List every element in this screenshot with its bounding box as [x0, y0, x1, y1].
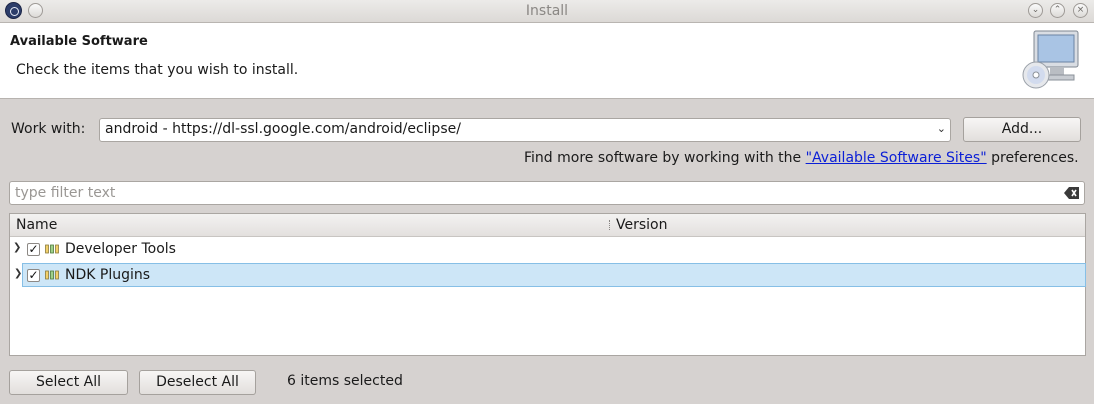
page-description: Check the items that you wish to install…	[16, 62, 299, 78]
column-name[interactable]: Name	[16, 217, 57, 233]
filter-placeholder: type filter text	[15, 185, 116, 201]
monitor-cd-icon	[1022, 30, 1079, 89]
maximize-icon[interactable]: ⌃	[1050, 3, 1065, 18]
close-icon[interactable]: ×	[1073, 3, 1088, 18]
deselect-all-button[interactable]: Deselect All	[139, 370, 256, 395]
page-title: Available Software	[10, 34, 148, 49]
expand-arrow-icon[interactable]: ❯	[14, 268, 22, 279]
select-all-button[interactable]: Select All	[9, 370, 128, 395]
column-separator[interactable]	[609, 220, 611, 230]
tree-header: Name Version	[10, 214, 1085, 237]
work-with-combo[interactable]: android - https://dl-ssl.google.com/andr…	[99, 118, 951, 142]
work-with-label: Work with:	[11, 121, 85, 137]
more-software-prefix: Find more software by working with the	[524, 150, 806, 166]
available-software-sites-link[interactable]: "Available Software Sites"	[806, 150, 987, 166]
column-version[interactable]: Version	[616, 217, 667, 233]
clear-text-icon[interactable]	[1064, 186, 1080, 200]
work-with-value: android - https://dl-ssl.google.com/andr…	[105, 121, 461, 137]
software-tree[interactable]: Name Version ❯ ✓ Developer Tools ❯ ✓ NDK…	[9, 213, 1086, 356]
tree-row[interactable]: ❯ ✓ Developer Tools	[10, 238, 1085, 262]
add-site-button[interactable]: Add...	[963, 117, 1081, 142]
tree-row-selected[interactable]: ❯ ✓ NDK Plugins	[14, 263, 1086, 287]
selection-status: 6 items selected	[287, 373, 403, 389]
window-title: Install	[525, 3, 569, 19]
row-checkbox[interactable]: ✓	[27, 243, 40, 256]
minimize-icon[interactable]: ⌄	[1028, 3, 1043, 18]
feature-group-icon	[45, 270, 59, 280]
work-with-label-text: Work with:	[11, 121, 86, 137]
chevron-down-icon[interactable]: ⌄	[937, 122, 946, 135]
row-label: NDK Plugins	[65, 267, 151, 283]
expand-arrow-icon[interactable]: ❯	[13, 242, 21, 253]
filter-field[interactable]: type filter text	[9, 181, 1085, 205]
wizard-header: Available Software Check the items that …	[0, 23, 1094, 99]
row-checkbox[interactable]: ✓	[27, 269, 40, 282]
feature-group-icon	[45, 244, 59, 254]
row-label: Developer Tools	[65, 241, 176, 257]
more-software-text: Find more software by working with the "…	[524, 150, 1079, 166]
window-titlebar: Install ⌄ ⌃ ×	[0, 0, 1094, 23]
more-software-suffix: preferences.	[986, 150, 1079, 166]
